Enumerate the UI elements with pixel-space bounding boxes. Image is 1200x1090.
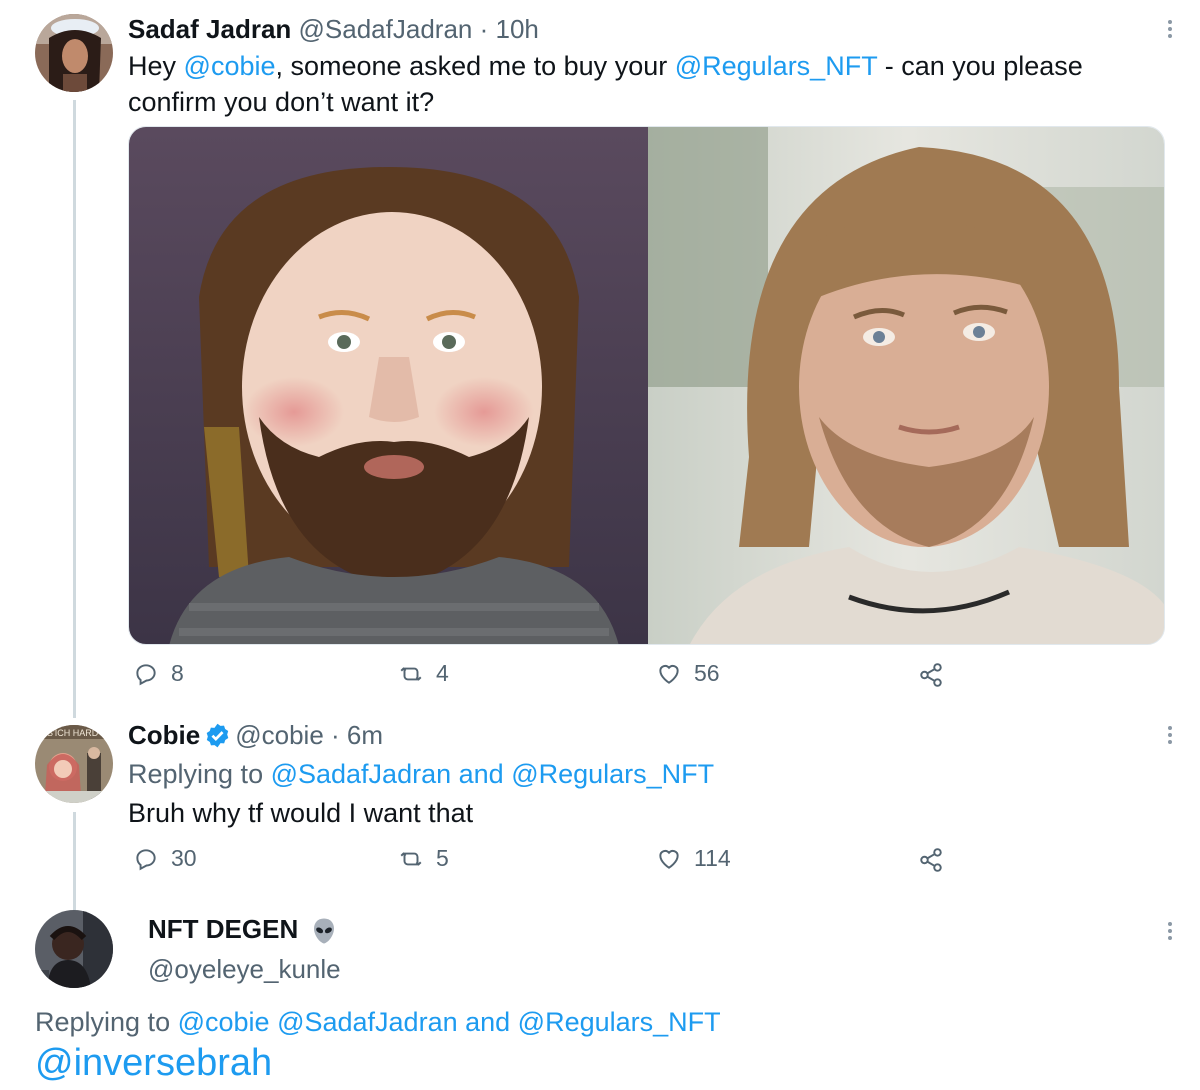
thread-line xyxy=(73,100,76,718)
author-handle[interactable]: @SadafJadran xyxy=(299,14,473,44)
svg-text:S'ICH HARD: S'ICH HARD xyxy=(47,728,99,738)
reply-icon xyxy=(136,848,156,870)
alien-emoji-icon xyxy=(313,918,334,944)
replying-label: Replying to xyxy=(128,759,271,789)
more-icon[interactable] xyxy=(1167,726,1173,747)
mention-sadafjadran[interactable]: @SadafJadran xyxy=(271,759,452,789)
retweet-count: 5 xyxy=(436,845,449,871)
mention-cobie[interactable]: @cobie xyxy=(184,51,276,81)
avatar[interactable]: S'ICH HARD xyxy=(35,725,113,803)
text-segment: , someone asked me to buy your xyxy=(275,51,675,81)
heart-icon xyxy=(659,664,679,684)
more-icon[interactable] xyxy=(1167,20,1173,41)
mention-inversebrah[interactable]: @inversebrah xyxy=(35,1040,272,1086)
like-count: 56 xyxy=(694,660,720,686)
tweet-time[interactable]: · 10h xyxy=(480,14,539,44)
tweet-text: Bruh why tf would I want that xyxy=(128,798,474,828)
mention-regulars-nft[interactable]: @Regulars_NFT xyxy=(675,51,877,81)
retweet-button[interactable]: 4 xyxy=(398,660,449,687)
author-handle[interactable]: @oyeleye_kunle xyxy=(148,954,341,985)
like-button[interactable]: 56 xyxy=(656,660,720,687)
mention-regulars-nft[interactable]: @Regulars_NFT xyxy=(518,1007,721,1037)
more-icon[interactable] xyxy=(1167,922,1173,943)
share-button[interactable] xyxy=(918,662,944,688)
share-icon xyxy=(920,848,942,872)
reply-button[interactable]: 8 xyxy=(133,660,184,687)
reply-count: 8 xyxy=(171,660,184,686)
like-count: 114 xyxy=(694,845,731,871)
replying-to: Replying to @SadafJadran and @Regulars_N… xyxy=(128,756,714,792)
replying-and[interactable]: and xyxy=(451,759,511,789)
author-name[interactable]: Sadaf Jadran xyxy=(128,14,291,44)
retweet-button[interactable]: 5 xyxy=(398,845,449,872)
heart-icon xyxy=(659,849,679,869)
replying-and[interactable]: and xyxy=(458,1007,518,1037)
verified-badge-icon xyxy=(206,723,229,747)
photo-image xyxy=(648,127,1164,644)
retweet-count: 4 xyxy=(436,660,449,686)
nft-image xyxy=(129,127,648,644)
text-segment: Hey xyxy=(128,51,184,81)
author-name[interactable]: NFT DEGEN xyxy=(148,914,298,944)
avatar[interactable] xyxy=(35,14,113,92)
reply-count: 30 xyxy=(171,845,197,871)
replying-to: Replying to @cobie @SadafJadran and @Reg… xyxy=(35,1004,721,1040)
tweet-text: Hey @cobie, someone asked me to buy your… xyxy=(128,48,1083,84)
tweet-media[interactable] xyxy=(128,126,1165,645)
like-button[interactable]: 114 xyxy=(656,845,731,872)
author-handle[interactable]: @cobie xyxy=(235,720,324,750)
retweet-icon xyxy=(400,851,422,866)
mention-cobie[interactable]: @cobie xyxy=(178,1007,270,1037)
mention-regulars-nft[interactable]: @Regulars_NFT xyxy=(511,759,714,789)
retweet-icon xyxy=(400,666,422,681)
tweet-text-line2: confirm you don’t want it? xyxy=(128,87,435,117)
thread-line xyxy=(73,812,76,912)
tweet-time[interactable]: · 6m xyxy=(331,720,383,750)
replying-label: Replying to xyxy=(35,1007,178,1037)
reply-button[interactable]: 30 xyxy=(133,845,197,872)
share-button[interactable] xyxy=(918,847,944,873)
avatar[interactable] xyxy=(35,910,113,988)
reply-icon xyxy=(136,663,156,685)
text-segment: - can you please xyxy=(877,51,1083,81)
mention-sadafjadran[interactable]: @SadafJadran xyxy=(277,1007,458,1037)
author-name[interactable]: Cobie xyxy=(128,720,200,750)
share-icon xyxy=(920,663,942,687)
